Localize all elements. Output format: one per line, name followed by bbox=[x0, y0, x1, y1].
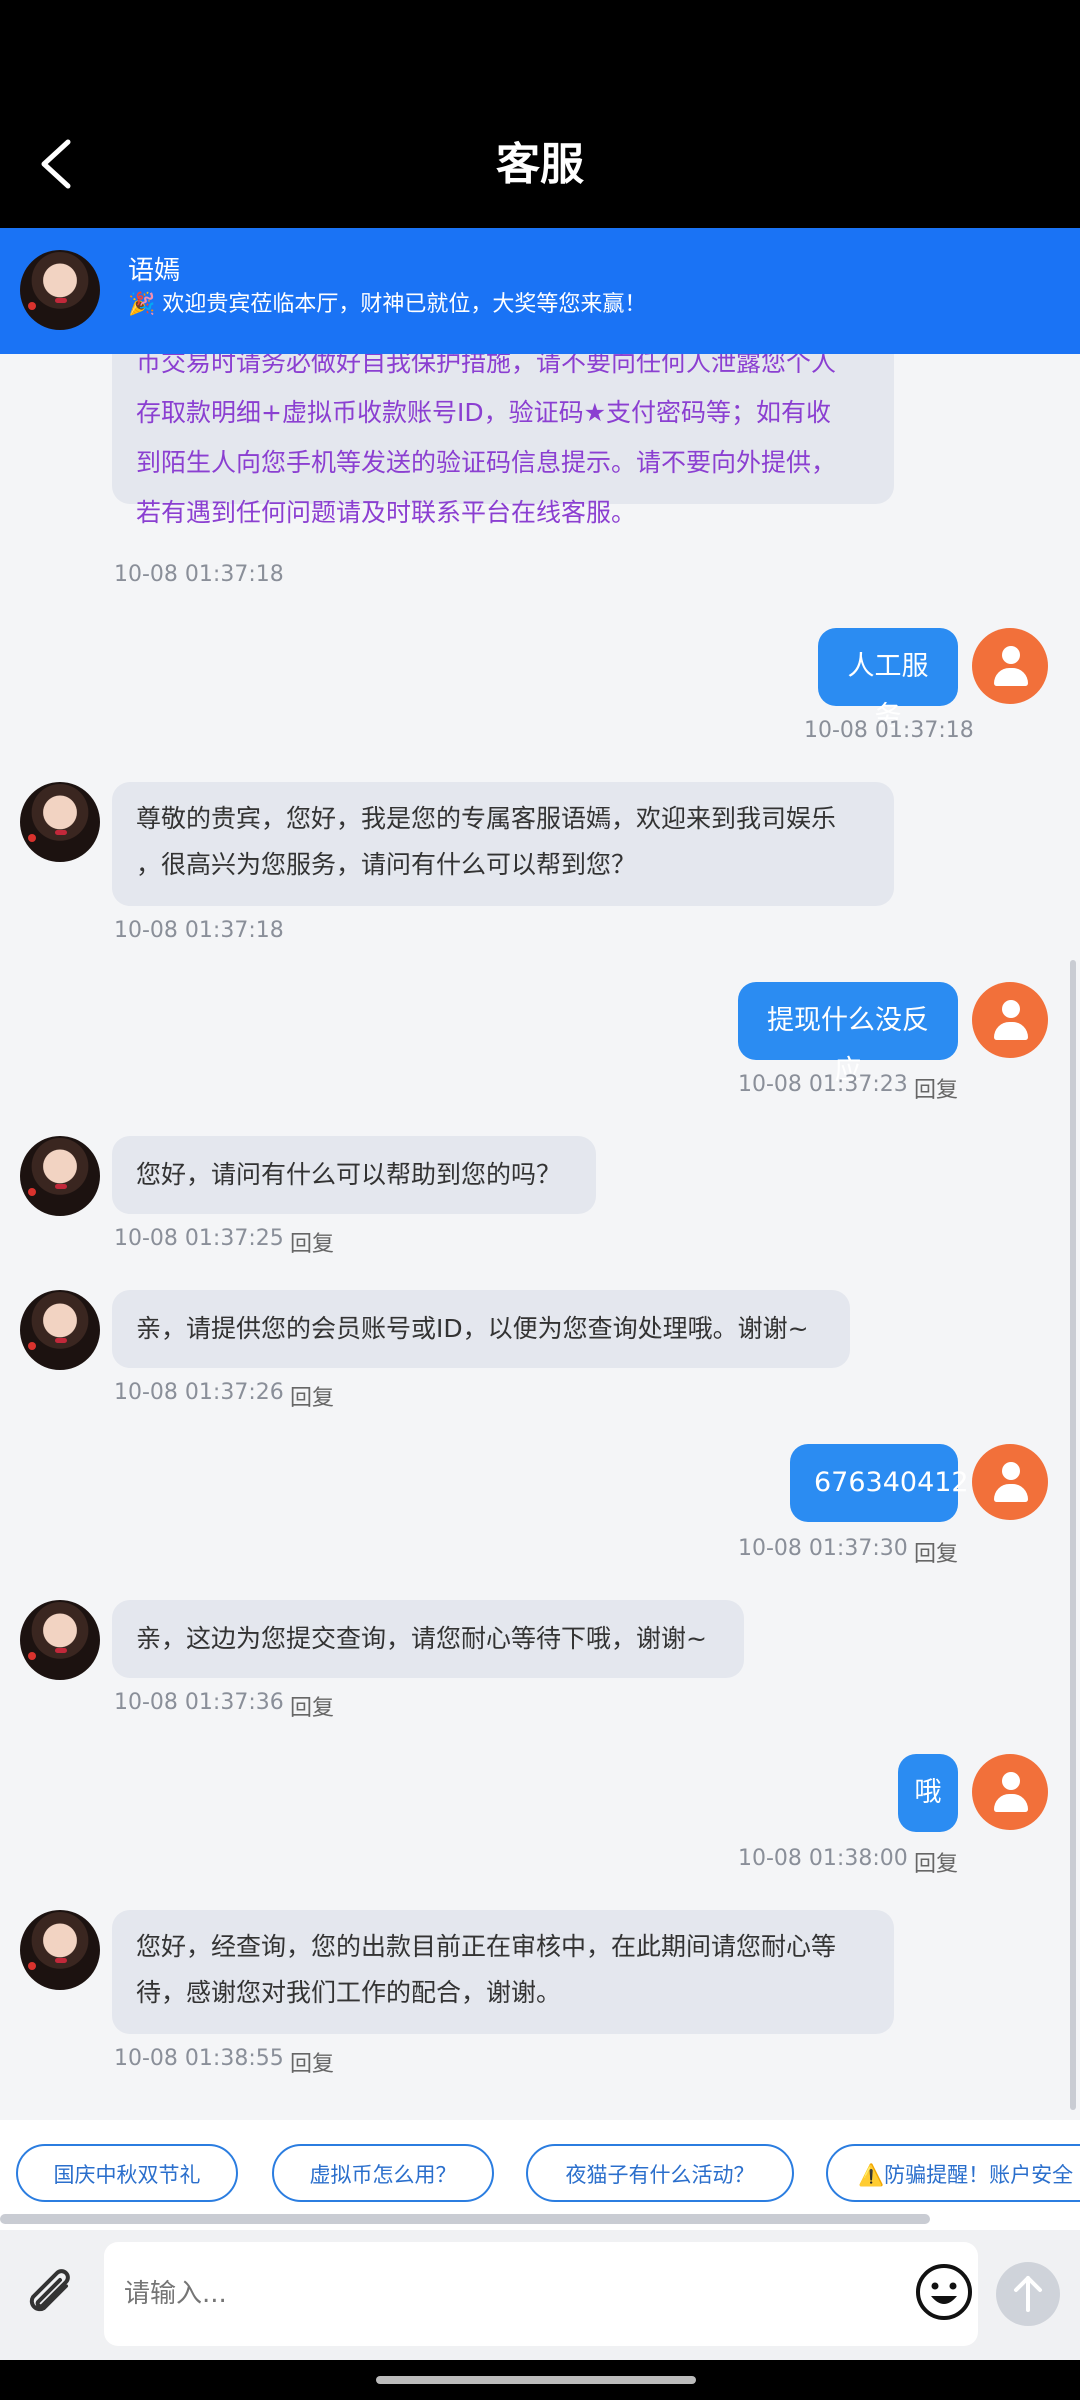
agent-message-bubble: 亲，这边为您提交查询，请您耐心等待下哦，谢谢~ bbox=[112, 1600, 744, 1678]
message-line: 币交易时请务必做好自我保护措施，请不要向任何人泄露您个人 bbox=[136, 354, 837, 377]
agent-message-bubble: 币交易时请务必做好自我保护措施，请不要向任何人泄露您个人 存取款明细+虚拟币收款… bbox=[112, 354, 894, 527]
agent-avatar bbox=[20, 1290, 100, 1370]
message-line: 存取款明细+虚拟币收款账号ID，验证码★支付密码等；如有收 bbox=[136, 398, 831, 427]
page-title: 客服 bbox=[496, 139, 584, 190]
quick-reply-chip[interactable]: 虚拟币怎么用？ bbox=[272, 2144, 494, 2202]
message-line: 待，感谢您对我们工作的配合，谢谢。 bbox=[136, 1978, 562, 2007]
quick-reply-chip[interactable]: ⚠️防骗提醒！账户安全 bbox=[826, 2144, 1080, 2202]
arrow-up-icon bbox=[1014, 2276, 1042, 2312]
message-timestamp: 10-08 01:37:23 bbox=[738, 1072, 908, 1097]
message-line: 您好，经查询，您的出款目前正在审核中，在此期间请您耐心等 bbox=[136, 1932, 837, 1961]
message-timestamp: 10-08 01:38:55 bbox=[114, 2046, 284, 2071]
agent-avatar bbox=[20, 1136, 100, 1216]
agent-avatar bbox=[20, 250, 100, 330]
message-line: 若有遇到任何问题请及时联系平台在线客服。 bbox=[136, 498, 637, 527]
reply-button[interactable]: 回复 bbox=[290, 2046, 334, 2078]
reply-button[interactable]: 回复 bbox=[914, 1536, 958, 1568]
message-line: ，很高兴为您服务，请问有什么可以帮到您？ bbox=[136, 850, 637, 879]
message-timestamp: 10-08 01:37:30 bbox=[738, 1536, 908, 1561]
message-timestamp: 10-08 01:37:25 bbox=[114, 1226, 284, 1251]
user-message-bubble: 人工服务 bbox=[818, 628, 958, 732]
user-avatar bbox=[972, 1444, 1048, 1520]
message-line: 亲，这边为您提交查询，请您耐心等待下哦，谢谢~ bbox=[136, 1624, 707, 1653]
user-avatar bbox=[972, 628, 1048, 704]
reply-button[interactable]: 回复 bbox=[914, 1072, 958, 1104]
reply-button[interactable]: 回复 bbox=[914, 1846, 958, 1878]
message-line: 尊敬的贵宾，您好，我是您的专属客服语嫣，欢迎来到我司娱乐 bbox=[136, 804, 837, 833]
message-timestamp: 10-08 01:38:00 bbox=[738, 1846, 908, 1871]
agent-avatar bbox=[20, 1600, 100, 1680]
user-message-bubble: 提现什么没反应 bbox=[738, 982, 958, 1086]
quick-reply-scrollbar[interactable] bbox=[0, 2214, 930, 2224]
agent-message-bubble: 您好，请问有什么可以帮助到您的吗？ bbox=[112, 1136, 596, 1214]
agent-avatar bbox=[20, 1910, 100, 1990]
message-line: 到陌生人向您手机等发送的验证码信息提示。请不要向外提供， bbox=[136, 448, 837, 477]
reply-button[interactable]: 回复 bbox=[290, 1226, 334, 1258]
agent-message-bubble: 尊敬的贵宾，您好，我是您的专属客服语嫣，欢迎来到我司娱乐 ，很高兴为您服务，请问… bbox=[112, 782, 894, 906]
user-avatar bbox=[972, 982, 1048, 1058]
message-timestamp: 10-08 01:37:26 bbox=[114, 1380, 284, 1405]
paperclip-icon[interactable] bbox=[22, 2266, 82, 2326]
agent-welcome-message: 🎉 欢迎贵宾莅临本厅，财神已就位，大奖等您来赢！ bbox=[128, 292, 647, 317]
agent-name: 语嫣 bbox=[128, 256, 181, 286]
user-message-bubble: 哦 bbox=[898, 1754, 958, 1832]
chat-scrollbar[interactable] bbox=[1070, 960, 1076, 2110]
agent-avatar bbox=[20, 782, 100, 862]
message-timestamp: 10-08 01:37:18 bbox=[804, 718, 974, 743]
message-timestamp: 10-08 01:37:18 bbox=[114, 562, 284, 587]
agent-message-bubble: 亲，请提供您的会员账号或ID，以便为您查询处理哦。谢谢~ bbox=[112, 1290, 850, 1368]
message-line: 您好，请问有什么可以帮助到您的吗？ bbox=[136, 1160, 562, 1189]
message-line: 亲，请提供您的会员账号或ID，以便为您查询处理哦。谢谢~ bbox=[136, 1314, 809, 1343]
home-indicator[interactable] bbox=[376, 2376, 696, 2384]
reply-button[interactable]: 回复 bbox=[290, 1380, 334, 1412]
agent-message-bubble: 您好，经查询，您的出款目前正在审核中，在此期间请您耐心等 待，感谢您对我们工作的… bbox=[112, 1910, 894, 2034]
quick-reply-chip[interactable]: 夜猫子有什么活动？ bbox=[526, 2144, 794, 2202]
user-avatar bbox=[972, 1754, 1048, 1830]
chat-area[interactable]: 币交易时请务必做好自我保护措施，请不要向任何人泄露您个人 存取款明细+虚拟币收款… bbox=[0, 354, 1080, 2120]
status-bar bbox=[0, 0, 1080, 100]
smile-icon[interactable] bbox=[914, 2262, 974, 2322]
message-input[interactable] bbox=[104, 2242, 978, 2346]
send-button[interactable] bbox=[996, 2262, 1060, 2326]
message-timestamp: 10-08 01:37:18 bbox=[114, 918, 284, 943]
reply-button[interactable]: 回复 bbox=[290, 1690, 334, 1722]
user-message-bubble: 676340412 bbox=[790, 1444, 969, 1522]
quick-reply-chip[interactable]: 国庆中秋双节礼 bbox=[16, 2144, 238, 2202]
message-timestamp: 10-08 01:37:36 bbox=[114, 1690, 284, 1715]
